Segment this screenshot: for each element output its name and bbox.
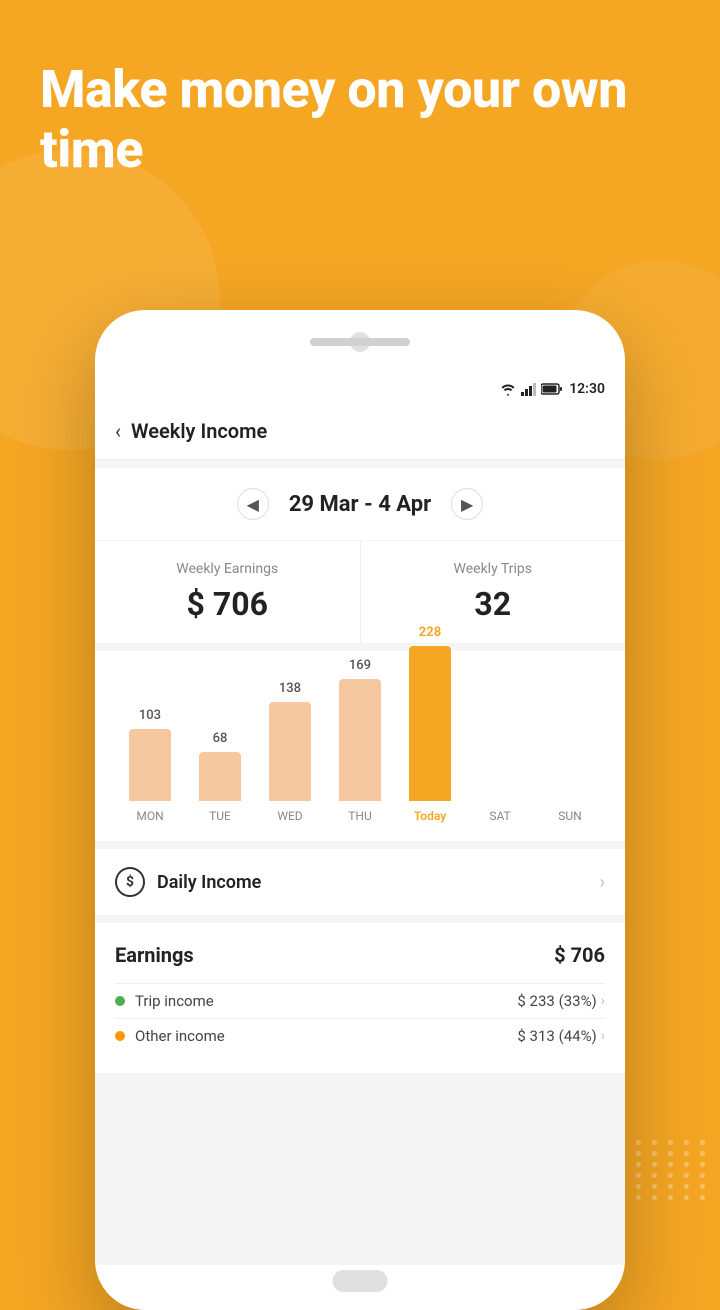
weekly-earnings-card: Weekly Earnings $ 706 (95, 541, 361, 643)
other-income-dot (115, 1031, 125, 1041)
bar-monday-value: 103 (139, 708, 161, 723)
trip-income-label: Trip income (135, 992, 214, 1010)
bar-today-bar (409, 646, 451, 801)
daily-income-left: $ Daily Income (115, 867, 261, 897)
phone-mockup: 12:30 ‹ Weekly Income ◀ 29 Mar - 4 Apr ▶… (95, 310, 625, 1310)
bar-tuesday-label: TUE (209, 809, 231, 823)
chart-bars-container: 103 MON 68 TUE 138 WED (115, 671, 605, 831)
earnings-summary: Earnings $ 706 Trip income $ 233 (33%) › (95, 923, 625, 1073)
earnings-item-trip[interactable]: Trip income $ 233 (33%) › (115, 983, 605, 1018)
status-icons (499, 382, 563, 396)
weekly-trips-label: Weekly Trips (385, 561, 602, 577)
earnings-item-other[interactable]: Other income $ 313 (44%) › (115, 1018, 605, 1053)
bar-wednesday-label: WED (277, 809, 302, 823)
bar-chart: 103 MON 68 TUE 138 WED (95, 651, 625, 841)
bar-tuesday: 68 TUE (185, 731, 255, 823)
weekly-earnings-value: $ 706 (119, 585, 336, 623)
bar-wednesday-value: 138 (279, 681, 301, 696)
bar-today-value: 228 (419, 625, 441, 640)
weekly-earnings-label: Weekly Earnings (119, 561, 336, 577)
earnings-total: $ 706 (554, 943, 605, 967)
bar-thursday-bar (339, 679, 381, 801)
bar-wednesday: 138 WED (255, 681, 325, 823)
bar-thursday-label: THU (348, 809, 372, 823)
date-selector: ◀ 29 Mar - 4 Apr ▶ (95, 468, 625, 540)
bar-sunday-label: SUN (558, 809, 581, 823)
back-button[interactable]: ‹ (115, 419, 121, 443)
phone-shell: 12:30 ‹ Weekly Income ◀ 29 Mar - 4 Apr ▶… (95, 310, 625, 1310)
bar-saturday: SAT (465, 795, 535, 823)
screen-title: Weekly Income (131, 419, 267, 443)
other-income-value: $ 313 (44%) › (517, 1027, 605, 1045)
bar-tuesday-bar (199, 752, 241, 801)
dot-pattern-decoration (620, 1140, 710, 1200)
dollar-icon: $ (115, 867, 145, 897)
daily-income-row[interactable]: $ Daily Income › (95, 849, 625, 915)
next-week-button[interactable]: ▶ (451, 488, 483, 520)
other-income-amount: $ 313 (44%) (517, 1027, 596, 1045)
bar-monday-label: MON (136, 809, 163, 823)
bar-today-label: Today (414, 809, 446, 823)
earnings-title: Earnings (115, 943, 194, 967)
daily-income-label: Daily Income (157, 872, 261, 893)
bar-saturday-label: SAT (489, 809, 510, 823)
bar-thursday-value: 169 (349, 658, 371, 673)
bar-monday-bar (129, 729, 171, 801)
trip-income-value: $ 233 (33%) › (517, 992, 605, 1010)
app-header: ‹ Weekly Income (95, 403, 625, 460)
earnings-item-other-left: Other income (115, 1027, 225, 1045)
status-bar: 12:30 (95, 375, 625, 403)
bar-monday: 103 MON (115, 708, 185, 823)
bar-wednesday-bar (269, 702, 311, 801)
earnings-item-trip-left: Trip income (115, 992, 214, 1010)
speaker (310, 338, 410, 346)
stats-row: Weekly Earnings $ 706 Weekly Trips 32 (95, 541, 625, 643)
bar-tuesday-value: 68 (213, 731, 228, 746)
screen: 12:30 ‹ Weekly Income ◀ 29 Mar - 4 Apr ▶… (95, 375, 625, 1265)
signal-icon (521, 382, 537, 396)
headline: Make money on your own time (40, 60, 680, 180)
prev-week-button[interactable]: ◀ (237, 488, 269, 520)
home-button (333, 1270, 388, 1292)
earnings-header: Earnings $ 706 (115, 943, 605, 967)
trip-income-amount: $ 233 (33%) (517, 992, 596, 1010)
battery-icon (541, 383, 563, 395)
date-range: 29 Mar - 4 Apr (289, 492, 431, 517)
trip-income-dot (115, 996, 125, 1006)
bar-sunday: SUN (535, 795, 605, 823)
status-time: 12:30 (569, 381, 605, 397)
other-income-label: Other income (135, 1027, 225, 1045)
weekly-trips-value: 32 (385, 585, 602, 623)
daily-income-chevron: › (600, 872, 605, 893)
wifi-icon (499, 382, 517, 396)
bar-today: 228 Today (395, 625, 465, 823)
trip-income-chevron: › (601, 993, 605, 1009)
other-income-chevron: › (601, 1028, 605, 1044)
bar-thursday: 169 THU (325, 658, 395, 823)
